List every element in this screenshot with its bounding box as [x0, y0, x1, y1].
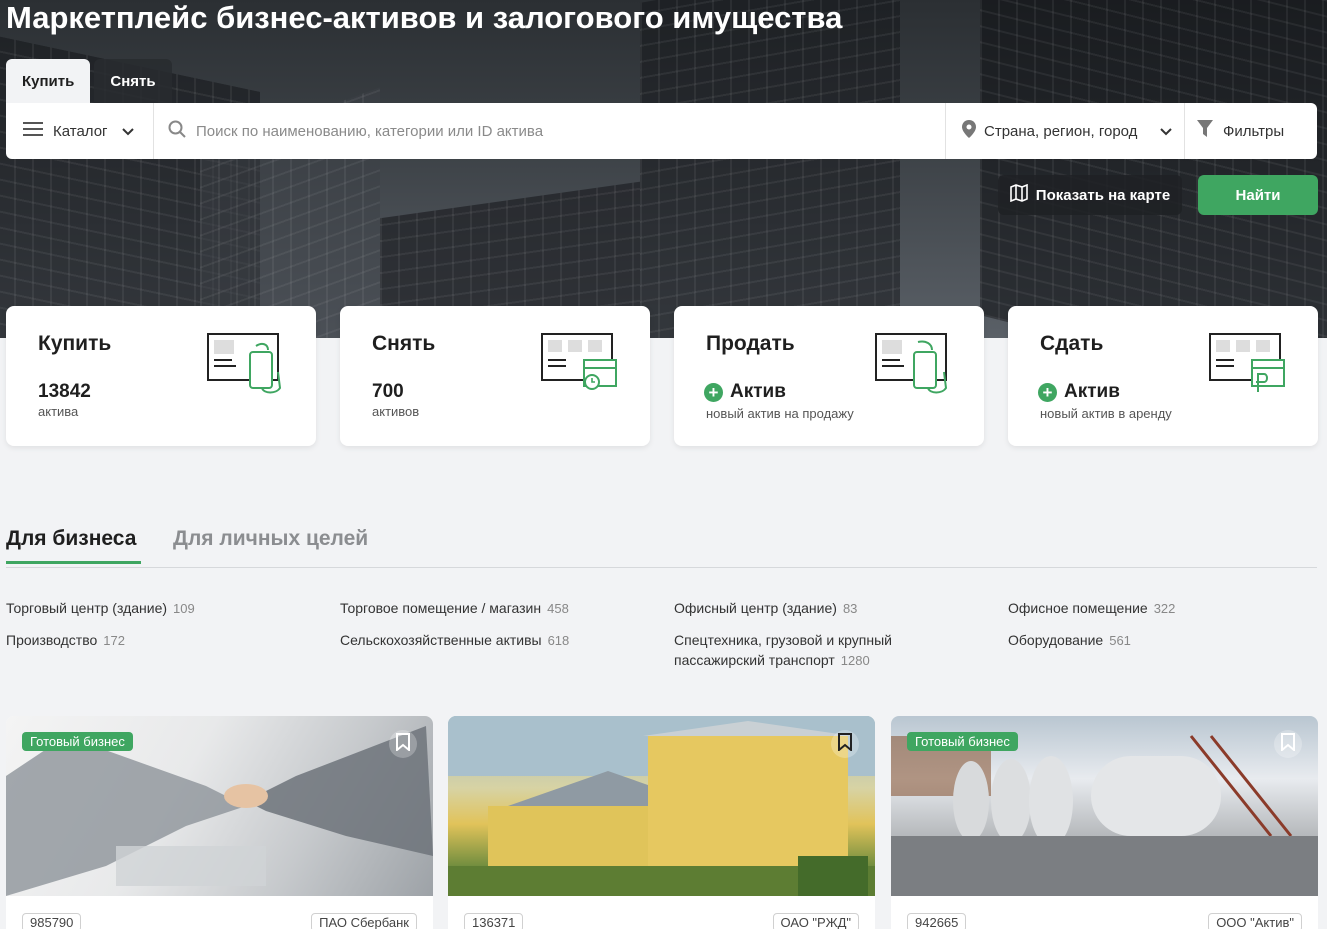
add-asset-button[interactable]: + Актив: [704, 381, 786, 403]
location-pin-icon: [962, 120, 976, 142]
bookmark-icon: [838, 732, 852, 756]
buy-listing-icon: [206, 332, 286, 396]
tab-buy[interactable]: Купить: [6, 59, 91, 103]
find-button[interactable]: Найти: [1198, 175, 1318, 215]
listing-id: 942665: [907, 913, 967, 929]
hero-banner: Маркетплейс бизнес-активов и залогового …: [0, 0, 1327, 338]
bookmark-icon: [396, 732, 410, 756]
category-name: Офисное помещение: [1008, 600, 1148, 616]
bookmark-button[interactable]: [1274, 730, 1302, 758]
search-bar: Каталог Страна, регион, город Фильтр: [6, 103, 1317, 159]
card-title: Купить: [38, 332, 112, 355]
catalog-dropdown[interactable]: Каталог: [6, 103, 154, 159]
bookmark-button[interactable]: [389, 730, 417, 758]
region-dropdown[interactable]: Страна, регион, город: [945, 103, 1185, 159]
page-title: Маркетплейс бизнес-активов и залогового …: [6, 0, 843, 35]
category-link[interactable]: Торговое помещение / магазин 458: [340, 598, 569, 619]
category-name: Сельскохозяйственные активы: [340, 632, 542, 648]
chevron-down-icon: [121, 123, 134, 140]
search-field[interactable]: [154, 103, 945, 159]
building-graphic: [640, 0, 900, 338]
filters-label: Фильтры: [1223, 122, 1285, 140]
category-link[interactable]: Оборудование 561: [1008, 630, 1131, 651]
tab-for-business[interactable]: Для бизнеса: [6, 527, 142, 564]
listing-card[interactable]: 136371 ОАО "РЖД": [448, 716, 875, 929]
tab-for-personal[interactable]: Для личных целей: [173, 527, 368, 551]
category-count: 83: [842, 601, 858, 616]
category-link[interactable]: Сельскохозяйственные активы 618: [340, 630, 569, 651]
card-title: Снять: [372, 332, 436, 355]
category-name: Производство: [6, 632, 98, 648]
card-subtitle: новый актив в аренду: [1040, 406, 1172, 421]
category-count: 561: [1109, 633, 1131, 648]
chevron-down-icon: [1160, 123, 1172, 140]
card-subtitle: новый актив на продажу: [706, 406, 854, 421]
rent-card[interactable]: Снять 700 активов: [340, 306, 650, 446]
category-link[interactable]: Офисное помещение 322: [1008, 598, 1175, 619]
category-name: Офисный центр (здание): [674, 600, 837, 616]
category-count: 172: [103, 633, 125, 648]
show-on-map-label: Показать на карте: [1035, 186, 1171, 204]
building-graphic: [980, 0, 1327, 338]
category-link[interactable]: Спецтехника, грузовой и крупный пассажир…: [674, 630, 924, 671]
category-count: 322: [1153, 601, 1176, 616]
listing-id: 136371: [464, 913, 524, 929]
plus-icon: +: [704, 382, 723, 402]
sell-card[interactable]: Продать + Актив новый актив на продажу: [674, 306, 984, 446]
lease-listing-icon: [1208, 332, 1288, 396]
category-link[interactable]: Торговый центр (здание) 109: [6, 598, 195, 619]
listing-org: ОАО "РЖД": [772, 913, 859, 929]
ready-business-badge: Готовый бизнес: [22, 732, 133, 751]
add-asset-label: Актив: [730, 381, 786, 402]
rent-listing-icon: [540, 332, 620, 396]
catalog-label: Каталог: [53, 122, 108, 140]
category-link[interactable]: Офисный центр (здание) 83: [674, 598, 857, 619]
listing-card[interactable]: Готовый бизнес 942665 ООО "Актив": [891, 716, 1318, 929]
category-link[interactable]: Производство 172: [6, 630, 125, 651]
plus-icon: +: [1038, 382, 1057, 402]
region-label: Страна, регион, город: [984, 122, 1138, 140]
deal-type-tabs: Купить Снять: [6, 59, 172, 103]
listing-id: 985790: [22, 913, 82, 929]
bookmark-button[interactable]: [831, 730, 859, 758]
lease-card[interactable]: Сдать + Актив новый актив в аренду: [1008, 306, 1318, 446]
listing-org: ПАО Сбербанк: [311, 913, 417, 929]
show-on-map-button[interactable]: Показать на карте: [998, 175, 1182, 215]
card-count: 13842: [38, 381, 91, 402]
card-subtitle: актива: [38, 404, 79, 419]
menu-icon: [23, 121, 43, 141]
filters-button[interactable]: Фильтры: [1185, 103, 1317, 159]
category-count: 109: [173, 601, 195, 616]
category-name: Торговое помещение / магазин: [340, 600, 542, 616]
buy-card[interactable]: Купить 13842 актива: [6, 306, 316, 446]
listing-card[interactable]: Готовый бизнес 985790 ПАО Сбербанк: [6, 716, 433, 929]
category-name: Торговый центр (здание): [6, 600, 168, 616]
card-count: 700: [372, 381, 404, 402]
category-count: 458: [547, 601, 569, 616]
listing-org: ООО "Актив": [1208, 913, 1302, 929]
card-title: Сдать: [1040, 332, 1104, 355]
category-count: 1280: [840, 653, 870, 668]
search-input[interactable]: [196, 122, 896, 140]
bookmark-icon: [1281, 732, 1295, 756]
card-subtitle: активов: [372, 404, 420, 419]
sell-listing-icon: [874, 332, 954, 396]
ready-business-badge: Готовый бизнес: [907, 732, 1018, 751]
add-asset-button[interactable]: + Актив: [1038, 381, 1120, 403]
category-tabs: Для бизнеса Для личных целей: [6, 527, 1317, 568]
filter-icon: [1197, 120, 1213, 142]
map-icon: [1009, 183, 1028, 206]
tab-rent[interactable]: Снять: [94, 59, 172, 103]
category-count: 618: [547, 633, 570, 648]
search-icon: [168, 120, 186, 143]
add-asset-label: Актив: [1064, 381, 1120, 402]
card-title: Продать: [706, 332, 795, 355]
yellow-building-photo: [448, 716, 875, 896]
category-name: Оборудование: [1008, 632, 1104, 648]
